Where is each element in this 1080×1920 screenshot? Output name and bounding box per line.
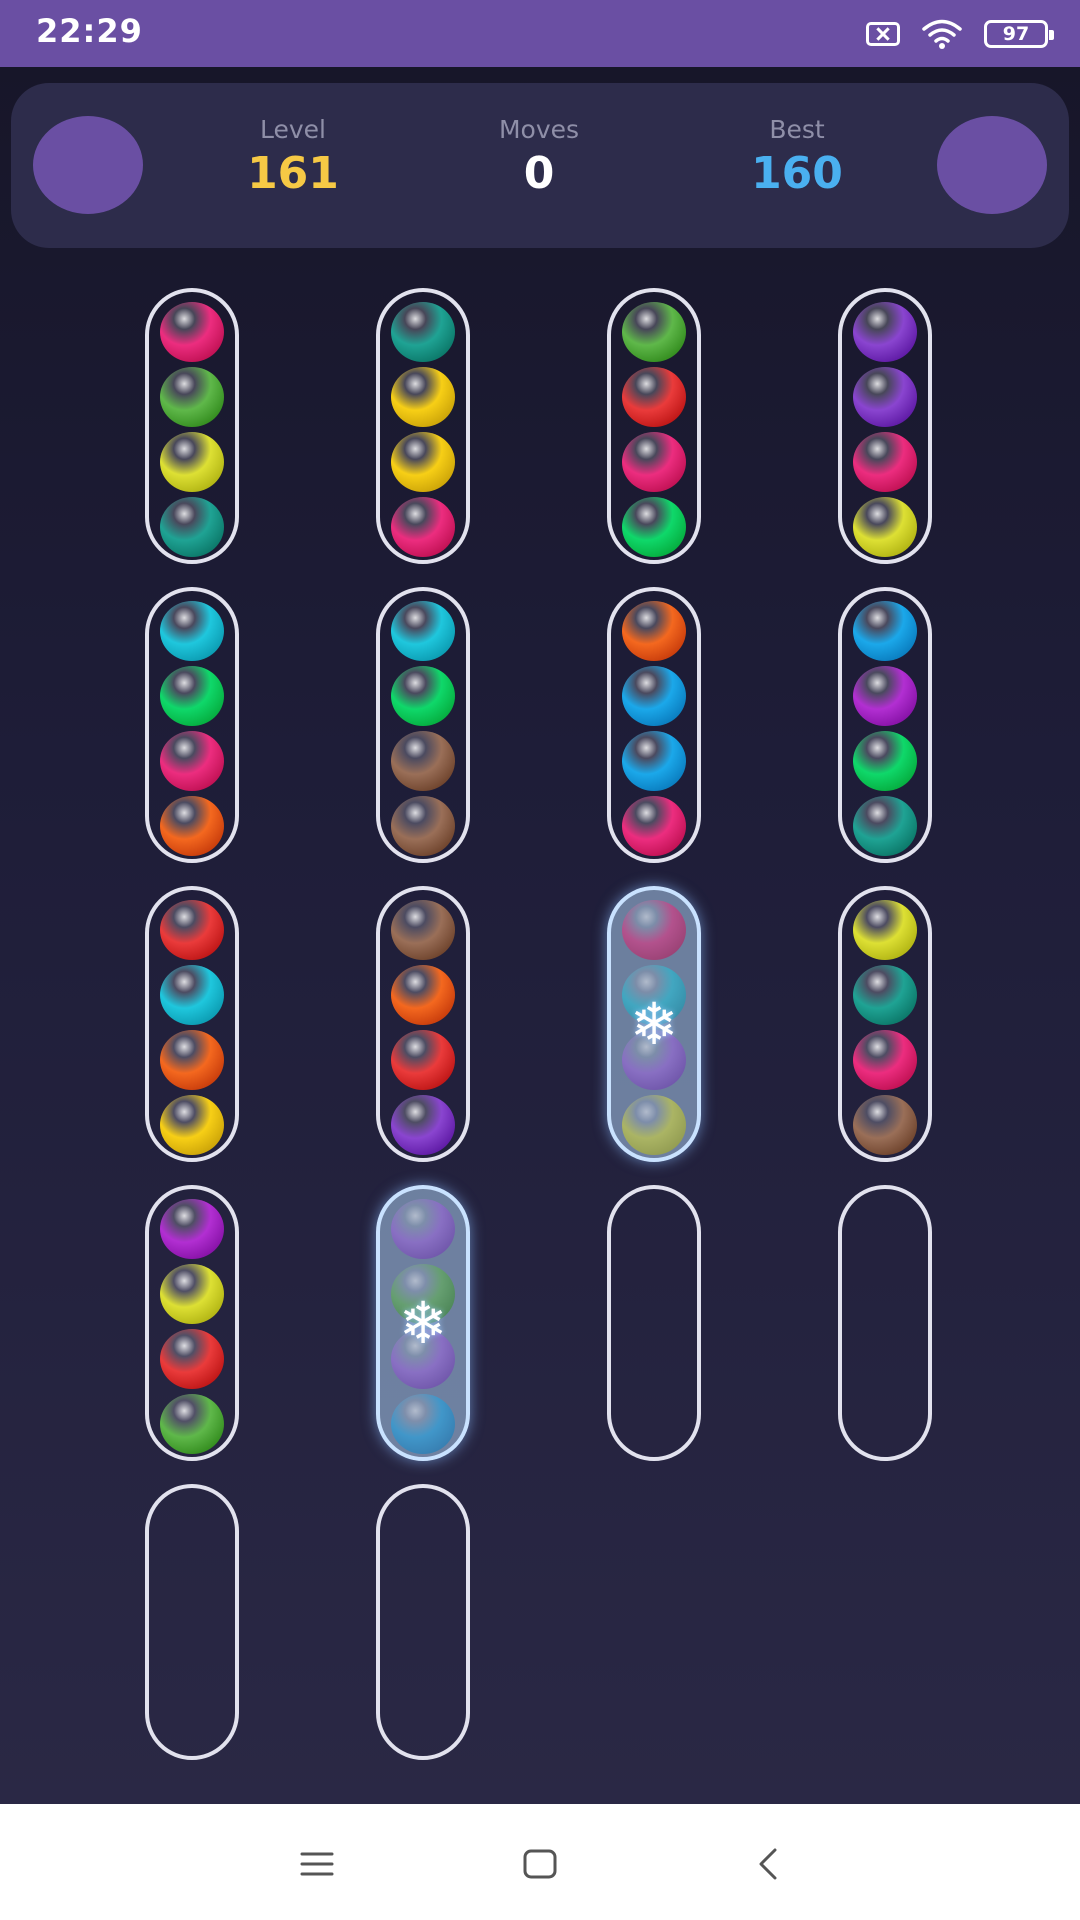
tube[interactable] xyxy=(607,288,701,564)
tube[interactable] xyxy=(838,587,932,863)
ball-orange xyxy=(391,965,455,1025)
ball-pink xyxy=(391,497,455,557)
ball-brown xyxy=(853,1095,917,1155)
menu-icon[interactable] xyxy=(287,1840,347,1888)
ball-red xyxy=(622,367,686,427)
best-value: 160 xyxy=(751,148,843,199)
ball-yellow xyxy=(853,900,917,960)
ball-cyan xyxy=(160,601,224,661)
wifi-icon xyxy=(922,19,962,49)
ball-yellow xyxy=(853,497,917,557)
ball-brown xyxy=(391,796,455,856)
tube[interactable] xyxy=(145,886,239,1162)
ball-magenta xyxy=(853,666,917,726)
ball-pink xyxy=(160,302,224,362)
ball-yellow xyxy=(160,1264,224,1324)
ball-teal xyxy=(391,302,455,362)
ball-green xyxy=(160,1394,224,1454)
ball-teal xyxy=(160,497,224,557)
ball-lime xyxy=(160,666,224,726)
nav-bar xyxy=(0,1804,1080,1920)
empty-tube[interactable] xyxy=(376,1484,470,1760)
ball-brown xyxy=(391,731,455,791)
frozen-tube[interactable]: ❄ xyxy=(376,1185,470,1461)
ball-pink xyxy=(853,432,917,492)
ball-purple xyxy=(391,1095,455,1155)
battery-icon: 97 xyxy=(984,20,1054,48)
ball-pink xyxy=(853,1030,917,1090)
snowflake-icon: ❄ xyxy=(398,1289,448,1357)
empty-tube[interactable] xyxy=(838,1185,932,1461)
empty-tube[interactable] xyxy=(145,1484,239,1760)
moves-stat: Moves 0 xyxy=(439,115,639,199)
moves-label: Moves xyxy=(498,115,580,144)
ball-blue xyxy=(622,731,686,791)
game-area: Level 161 Moves 0 Best 160 ❄ ❄ xyxy=(0,67,1080,1804)
empty-tube[interactable] xyxy=(607,1185,701,1461)
ball-green xyxy=(622,302,686,362)
ball-orange xyxy=(622,601,686,661)
ball-cyan xyxy=(160,965,224,1025)
level-label: Level xyxy=(260,115,326,144)
tube[interactable] xyxy=(376,587,470,863)
tube[interactable] xyxy=(145,288,239,564)
ball-orange xyxy=(160,796,224,856)
tube[interactable] xyxy=(838,288,932,564)
ball-red xyxy=(391,1030,455,1090)
ball-green xyxy=(160,367,224,427)
tube[interactable] xyxy=(145,587,239,863)
ball-pink xyxy=(622,900,686,960)
back-icon[interactable] xyxy=(738,1840,798,1888)
ball-blue xyxy=(391,1394,455,1454)
ball-gold xyxy=(160,1095,224,1155)
ball-red xyxy=(160,900,224,960)
level-stat: Level 161 xyxy=(193,115,393,199)
ball-lavender xyxy=(391,1199,455,1259)
best-stat: Best 160 xyxy=(697,115,897,199)
ball-yellow xyxy=(622,1095,686,1155)
ball-yellow xyxy=(160,432,224,492)
status-bar: 22:29 97 xyxy=(0,0,1080,67)
status-time: 22:29 xyxy=(36,12,143,50)
tube[interactable] xyxy=(376,288,470,564)
battery-level: 97 xyxy=(1002,23,1030,45)
ball-orange xyxy=(160,1030,224,1090)
right-circle-button[interactable] xyxy=(937,116,1047,214)
frozen-tube[interactable]: ❄ xyxy=(607,886,701,1162)
ball-pink xyxy=(622,432,686,492)
ball-red xyxy=(160,1329,224,1389)
tube[interactable] xyxy=(607,587,701,863)
ball-gold xyxy=(391,432,455,492)
ball-blue xyxy=(622,666,686,726)
ball-lime xyxy=(853,731,917,791)
moves-value: 0 xyxy=(523,148,555,199)
ball-magenta xyxy=(160,1199,224,1259)
ball-teal xyxy=(853,965,917,1025)
ball-purple xyxy=(853,367,917,427)
ball-lime xyxy=(622,497,686,557)
ball-lime xyxy=(391,666,455,726)
ball-gold xyxy=(391,367,455,427)
tube[interactable] xyxy=(838,886,932,1162)
tube[interactable] xyxy=(376,886,470,1162)
home-icon[interactable] xyxy=(510,1840,570,1888)
ball-teal xyxy=(853,796,917,856)
ball-cyan xyxy=(391,601,455,661)
best-label: Best xyxy=(769,115,825,144)
left-circle-button[interactable] xyxy=(33,116,143,214)
tube[interactable] xyxy=(145,1185,239,1461)
ball-purple xyxy=(853,302,917,362)
ball-brown xyxy=(391,900,455,960)
snowflake-icon: ❄ xyxy=(629,990,679,1058)
sim-off-icon xyxy=(866,22,900,46)
ball-blue xyxy=(853,601,917,661)
status-icons: 97 xyxy=(866,14,1054,54)
ball-pink xyxy=(622,796,686,856)
header-panel: Level 161 Moves 0 Best 160 xyxy=(11,83,1069,248)
level-value: 161 xyxy=(247,148,339,199)
ball-pink xyxy=(160,731,224,791)
